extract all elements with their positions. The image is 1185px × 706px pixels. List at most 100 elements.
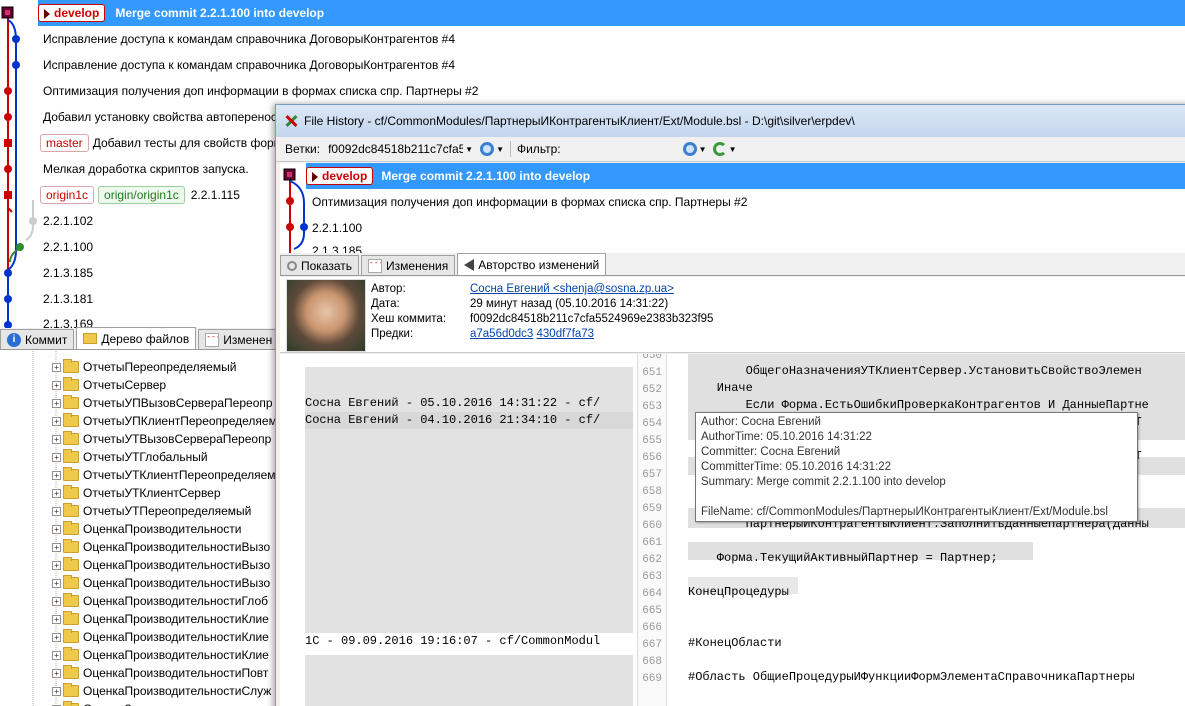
dialog-title-bar[interactable]: File History - cf/CommonModules/Партнеры… bbox=[276, 105, 1185, 137]
tree-item[interactable]: + ОценкаПроизводительностиПовт bbox=[52, 664, 268, 682]
tree-item-label: ОтчетыУТКлиентСервер bbox=[83, 486, 221, 500]
expand-icon[interactable]: + bbox=[52, 632, 61, 642]
code-line[interactable]: ОбщегоНазначенияУТКлиентСервер.Установит… bbox=[688, 363, 1142, 380]
filter-input[interactable] bbox=[561, 140, 683, 159]
tab-changes[interactable]: --- +++ Изменения bbox=[361, 255, 456, 275]
code-line[interactable]: Форма.ТекущийАктивныйПартнер = Партнер; bbox=[688, 550, 998, 567]
code-line[interactable]: Иначе bbox=[688, 380, 753, 397]
author-link[interactable]: Сосна Евгений <shenja@sosna.zp.ua> bbox=[470, 282, 713, 297]
tree-item[interactable]: + ОценкаПроизводительностиВызо bbox=[52, 556, 270, 574]
line-number: 659 bbox=[642, 503, 662, 515]
tree-item[interactable]: + ОценкаПроизводительностиКлие bbox=[52, 646, 269, 664]
branch-tag-develop[interactable]: develop bbox=[38, 4, 106, 22]
commit-row[interactable]: 2.2.1.102 bbox=[43, 208, 93, 234]
expand-icon[interactable]: + bbox=[52, 596, 61, 606]
commit-row[interactable]: 2.2.1.100 bbox=[43, 234, 93, 260]
parent-link[interactable]: 430df7fa73 bbox=[537, 328, 595, 340]
commit-date: 29 минут назад (05.10.2016 14:31:22) bbox=[470, 298, 669, 310]
tree-item[interactable]: + ОтчетыПереопределяемый bbox=[52, 358, 236, 376]
dialog-commit-row[interactable]: Оптимизация получения доп информации в ф… bbox=[312, 189, 747, 215]
expand-icon[interactable]: + bbox=[52, 470, 61, 480]
tree-item[interactable]: + ОтчетыУПВызовСервераПереопр bbox=[52, 394, 273, 412]
tree-item[interactable]: + ОтчетыУТКлиентПереопределяем bbox=[52, 466, 276, 484]
line-number: 669 bbox=[642, 673, 662, 685]
expand-icon[interactable]: + bbox=[52, 542, 61, 552]
expand-icon[interactable]: + bbox=[52, 488, 61, 498]
branch-tag-develop[interactable]: develop bbox=[306, 167, 374, 185]
dialog-commit-row[interactable]: 2.2.1.100 bbox=[312, 215, 362, 241]
dialog-commit-list: develop Merge commit 2.2.1.100 into deve… bbox=[280, 163, 1185, 253]
filter-options-button[interactable]: ▼ bbox=[682, 142, 707, 156]
expand-icon[interactable]: + bbox=[52, 380, 61, 390]
commit-row[interactable]: Исправление доступа к командам справочни… bbox=[43, 52, 455, 78]
tree-item[interactable]: + ОценкаПроизводительностиСлуж bbox=[52, 682, 271, 700]
commit-row[interactable]: Мелкая доработка скриптов запуска. bbox=[43, 156, 249, 182]
tree-item[interactable]: + ОценкаПроизводительностиГлоб bbox=[52, 592, 268, 610]
tree-item[interactable]: + ОценкаПроизводительности bbox=[52, 520, 241, 538]
tree-item[interactable]: + ОтчетыУТГлобальный bbox=[52, 448, 208, 466]
branches-select[interactable]: f0092dc84518b211c7cfa5 ▼ bbox=[328, 140, 478, 159]
tree-item[interactable]: + ОтчетыСервер bbox=[52, 376, 166, 394]
commit-row[interactable]: 2.1.3.185 bbox=[43, 260, 93, 286]
expand-icon[interactable]: + bbox=[52, 560, 61, 570]
refresh-button[interactable]: ▼ bbox=[712, 142, 736, 156]
tree-item-label: ОтчетыСервер bbox=[83, 378, 167, 392]
tree-item[interactable]: + ОценкаПроизводительностиВызо bbox=[52, 574, 270, 592]
expand-icon[interactable]: + bbox=[52, 416, 61, 426]
code-line[interactable]: КонецПроцедуры bbox=[688, 584, 789, 601]
remote-branch-tag[interactable]: origin/origin1c bbox=[98, 186, 185, 204]
tooltip-author: Author: Сосна Евгений bbox=[701, 416, 821, 428]
tree-item-label: ОтчетыУТПереопределяемый bbox=[83, 504, 252, 518]
tree-item[interactable]: + ОценкаПроизводительностиКлие bbox=[52, 610, 269, 628]
tree-item[interactable]: + ОценкаПроизводительностиВызо bbox=[52, 538, 270, 556]
tooltip-committer-time: CommitterTime: 05.10.2016 14:31:22 bbox=[701, 461, 892, 473]
dialog-commit-row-selected[interactable]: develop Merge commit 2.2.1.100 into deve… bbox=[306, 163, 1185, 189]
expand-icon[interactable]: + bbox=[52, 362, 61, 372]
expand-icon[interactable]: + bbox=[52, 434, 61, 444]
tree-item[interactable]: + ОтчетыУТВызовСервераПереопр bbox=[52, 430, 271, 448]
tree-item-label: ОценкаПроизводительностиВызо bbox=[83, 558, 271, 572]
blame-line[interactable]: 1С - 09.09.2016 19:16:07 - cf/CommonModu… bbox=[305, 633, 633, 650]
tree-lines bbox=[32, 351, 57, 706]
commit-row[interactable]: Оптимизация получения доп информации в ф… bbox=[43, 78, 478, 104]
blame-line[interactable]: Сосна Евгений - 04.10.2016 21:34:10 - cf… bbox=[305, 412, 633, 429]
blame-line[interactable]: Сосна Евгений - 05.10.2016 14:31:22 - cf… bbox=[305, 395, 600, 412]
line-number: 667 bbox=[642, 639, 662, 651]
tree-item[interactable]: + ОтчетыУТПереопределяемый bbox=[52, 502, 251, 520]
code-line[interactable]: #Область ОбщиеПроцедурыИФункцииФормЭлеме… bbox=[688, 669, 1134, 686]
folder-icon bbox=[63, 503, 79, 517]
expand-icon[interactable]: + bbox=[52, 668, 61, 678]
expand-icon[interactable]: + bbox=[52, 524, 61, 534]
branch-tag-origin1c[interactable]: origin1c bbox=[40, 186, 95, 204]
tree-item[interactable]: + ОценкаПроизводительностиКлие bbox=[52, 628, 269, 646]
branches-options-button[interactable]: ▼ bbox=[480, 142, 504, 156]
expand-icon[interactable]: + bbox=[52, 398, 61, 408]
tree-item[interactable]: +ОценкаЗатрат bbox=[52, 700, 162, 706]
tree-item[interactable]: + ОтчетыУПКлиентПереопределяем bbox=[52, 412, 277, 430]
branch-tag-master[interactable]: master bbox=[40, 134, 89, 152]
folder-icon bbox=[63, 557, 79, 571]
dialog-commit-row[interactable]: 2.1.3.185 bbox=[312, 241, 362, 253]
expand-icon[interactable]: + bbox=[52, 506, 61, 516]
expand-icon[interactable]: + bbox=[52, 578, 61, 588]
tab-show[interactable]: Показать bbox=[280, 255, 360, 275]
expand-icon[interactable]: + bbox=[52, 614, 61, 624]
tab-changes[interactable]: --- +++ Изменен bbox=[198, 329, 280, 349]
code-line[interactable]: #КонецОбласти bbox=[688, 635, 782, 652]
tree-item[interactable]: + ОтчетыУТКлиентСервер bbox=[52, 484, 221, 502]
tab-blame[interactable]: Авторство изменений bbox=[457, 253, 607, 275]
expand-icon[interactable]: + bbox=[52, 686, 61, 696]
expand-icon[interactable]: + bbox=[52, 452, 61, 462]
commit-row[interactable]: Исправление доступа к командам справочни… bbox=[43, 26, 455, 52]
commit-row[interactable]: 2.1.3.181 bbox=[43, 286, 93, 312]
commit-row[interactable]: master Добавил тесты для свойств форм bbox=[40, 130, 282, 156]
tab-commit[interactable]: i Коммит bbox=[0, 329, 75, 349]
commit-row[interactable]: origin1c origin/origin1c 2.2.1.115 bbox=[40, 182, 240, 208]
parent-link[interactable]: a7a56d0dc3 bbox=[470, 328, 533, 340]
commit-row-selected[interactable]: develop Merge commit 2.2.1.100 into deve… bbox=[38, 0, 1185, 26]
commit-message: Merge commit 2.2.1.100 into develop bbox=[115, 6, 325, 20]
tab-file-tree[interactable]: Дерево файлов bbox=[76, 327, 197, 349]
commit-row[interactable]: Добавил установку свойства автоперенос bbox=[43, 104, 277, 130]
code-view[interactable]: ОбщегоНазначенияУТКлиентСервер.Установит… bbox=[688, 354, 1185, 706]
expand-icon[interactable]: + bbox=[52, 650, 61, 660]
